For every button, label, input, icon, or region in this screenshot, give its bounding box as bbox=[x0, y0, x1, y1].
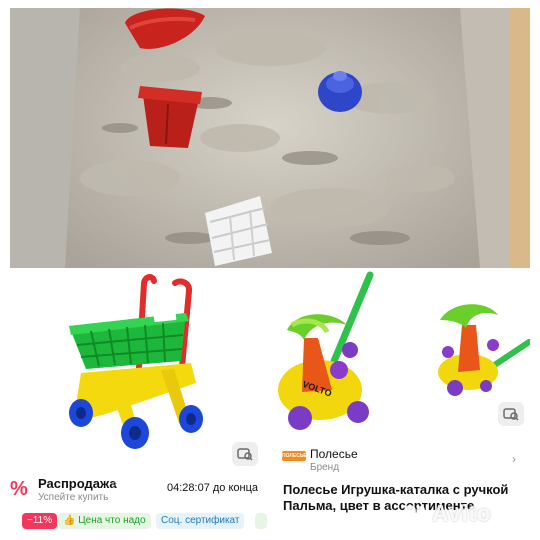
photo-search-icon-glyph bbox=[237, 448, 253, 461]
collage: % Распродажа Успейте купить › 04:28:07 д… bbox=[0, 0, 540, 540]
avito-watermark: Avito bbox=[432, 500, 492, 526]
sale-timer: 04:28:07 до конца bbox=[167, 482, 259, 494]
photo-search-icon-2[interactable] bbox=[498, 402, 524, 426]
brand-subtitle: Бренд bbox=[310, 462, 340, 473]
price-good-label: Цена что надо bbox=[78, 515, 146, 526]
sale-title: Распродажа bbox=[38, 476, 117, 491]
discount-badge[interactable]: −11% bbox=[22, 513, 58, 529]
palm-toy-images[interactable]: VOLTO bbox=[272, 270, 532, 435]
chevron-right-icon-2: › bbox=[512, 452, 516, 466]
more-tags-indicator[interactable] bbox=[255, 513, 267, 529]
chevron-right-icon: › bbox=[113, 476, 117, 490]
photo-search-icon[interactable] bbox=[232, 442, 258, 466]
thumb-up-icon: 👍 bbox=[63, 515, 79, 526]
price-good-tag[interactable]: 👍 Цена что надо bbox=[58, 513, 151, 529]
column-divider bbox=[268, 270, 271, 540]
photo-search-icon-glyph-2 bbox=[503, 408, 519, 421]
brand-name: Полесье bbox=[310, 447, 358, 461]
brand-logo: ПОЛЕСЬЕ bbox=[282, 451, 307, 461]
cart-product-image[interactable] bbox=[11, 273, 266, 468]
percent-icon: % bbox=[10, 478, 28, 500]
sand-tray-photo bbox=[10, 8, 530, 268]
sale-subtitle: Успейте купить bbox=[38, 492, 109, 503]
certificate-tag[interactable]: Соц. сертификат bbox=[156, 513, 245, 529]
avito-dots-icon bbox=[404, 505, 427, 528]
